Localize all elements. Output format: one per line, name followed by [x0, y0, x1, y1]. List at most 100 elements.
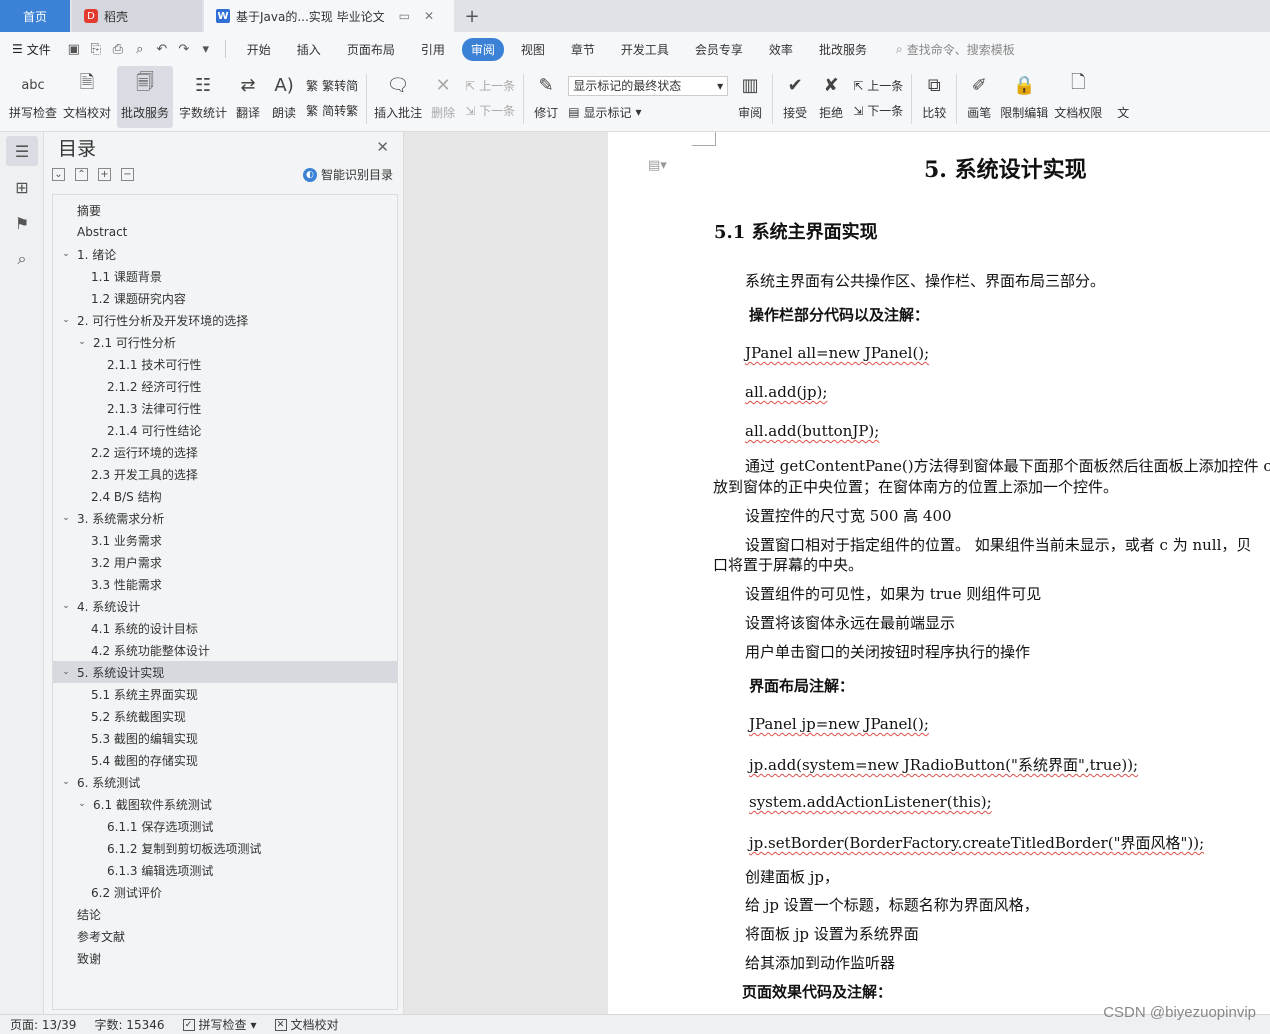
expand-all-icon[interactable]: ⌄ [52, 167, 65, 181]
menu-view[interactable]: 视图 [512, 38, 554, 61]
toc-item[interactable]: 2.2 运行环境的选择 [53, 441, 397, 463]
reject-button[interactable]: ✘ 拒绝 [816, 66, 846, 128]
chevron-down-icon[interactable]: ⌄ [59, 601, 73, 611]
toc-item[interactable]: Abstract [53, 221, 397, 243]
toc-item[interactable]: 2.1.3 法律可行性 [53, 397, 397, 419]
toc-item[interactable]: 参考文献 [53, 925, 397, 947]
chevron-down-icon[interactable]: ⌄ [75, 337, 89, 347]
chevron-down-icon[interactable]: ⌄ [59, 777, 73, 787]
prev-comment-button[interactable]: ⇱ 上一条 [465, 77, 515, 94]
toc-item[interactable]: 6.1.2 复制到剪切板选项测试 [53, 837, 397, 859]
close-icon[interactable]: ✕ [376, 138, 389, 156]
toc-item[interactable]: 3.1 业务需求 [53, 529, 397, 551]
markup-state-select[interactable]: 显示标记的最终状态 ▾ [568, 75, 729, 96]
toc-item[interactable]: 5.3 截图的编辑实现 [53, 727, 397, 749]
toc-item[interactable]: 3.2 用户需求 [53, 551, 397, 573]
bookmark-icon[interactable]: ⚑ [6, 208, 38, 238]
menu-efficiency[interactable]: 效率 [760, 38, 802, 61]
toc-item[interactable]: 2.3 开发工具的选择 [53, 463, 397, 485]
new-tab-button[interactable]: + [454, 0, 490, 32]
undo-icon[interactable]: ↶ [151, 42, 173, 57]
next-comment-button[interactable]: ⇲ 下一条 [465, 102, 515, 119]
toc-item[interactable]: 4.1 系统的设计目标 [53, 617, 397, 639]
chevron-down-icon[interactable]: ⌄ [59, 513, 73, 523]
tab-home[interactable]: 首页 [0, 0, 70, 32]
collapse-all-icon[interactable]: ⌃ [75, 167, 88, 181]
trad-to-simp-button[interactable]: 繁繁转简 [306, 77, 358, 94]
find-icon[interactable]: ⌕ [6, 244, 38, 274]
word-count-button[interactable]: ☷ 字数统计 [179, 66, 227, 128]
delete-comment-button[interactable]: ✕ 删除 [428, 66, 458, 128]
toc-item[interactable]: ⌄ 6.1 截图软件系统测试 [53, 793, 397, 815]
toc-item[interactable]: ⌄ 5. 系统设计实现 [53, 661, 397, 683]
smart-toc-button[interactable]: ◐ 智能识别目录 [302, 166, 393, 183]
chevron-down-icon[interactable]: ⌄ [59, 667, 73, 677]
show-markup-button[interactable]: ▤ 显示标记 ▾ [568, 104, 728, 121]
chapter-nav-icon[interactable]: ⊞ [6, 172, 38, 202]
compare-button[interactable]: ⧉ 比较 [919, 66, 949, 128]
translate-button[interactable]: ⇄ 翻译 [233, 66, 263, 128]
toc-item[interactable]: 摘要 [53, 199, 397, 221]
word-count-indicator[interactable]: 字数: 15346 [94, 1016, 164, 1033]
document-page[interactable]: ▤▾ 5. 系统设计实现 5.1 系统主界面实现 系统主界面有公共操作区、操作栏… [608, 132, 1270, 1014]
toc-item[interactable]: ⌄ 1. 绪论 [53, 243, 397, 265]
toc-item[interactable]: ⌄ 6. 系统测试 [53, 771, 397, 793]
insert-comment-button[interactable]: 🗨 插入批注 [374, 66, 422, 128]
toc-item[interactable]: 2.4 B/S 结构 [53, 485, 397, 507]
close-tab-icon[interactable]: ✕ [424, 9, 434, 23]
toc-item[interactable]: 6.1.1 保存选项测试 [53, 815, 397, 837]
chevron-down-icon[interactable]: ⌄ [59, 315, 73, 325]
pin-icon[interactable]: ▭ [399, 9, 410, 23]
customize-dropdown-icon[interactable]: ▾ [195, 42, 217, 57]
toc-item[interactable]: 2.1.2 经济可行性 [53, 375, 397, 397]
toc-nav-icon[interactable]: ☰ [6, 136, 38, 166]
toc-item[interactable]: 2.1.4 可行性结论 [53, 419, 397, 441]
doc-permission-button[interactable]: 🗋 文档权限 [1054, 66, 1102, 128]
read-aloud-button[interactable]: A) 朗读 [269, 66, 299, 128]
review-pane-button[interactable]: ▥ 审阅 [735, 66, 765, 128]
file-menu[interactable]: ☰ 文件 [12, 41, 51, 58]
toc-item[interactable]: ⌄ 2.1 可行性分析 [53, 331, 397, 353]
menu-correction[interactable]: 批改服务 [810, 38, 876, 61]
toc-item[interactable]: ⌄ 2. 可行性分析及开发环境的选择 [53, 309, 397, 331]
menu-devtools[interactable]: 开发工具 [612, 38, 678, 61]
print-icon[interactable]: ⎙ [107, 42, 129, 57]
tab-daoke[interactable]: D 稻壳 [72, 0, 202, 32]
spell-check-button[interactable]: abc 拼写检查 [9, 66, 57, 128]
toc-item[interactable]: 6.2 测试评价 [53, 881, 397, 903]
toc-item[interactable]: 5.4 截图的存储实现 [53, 749, 397, 771]
toc-item[interactable]: 1.1 课题背景 [53, 265, 397, 287]
track-changes-button[interactable]: ✎ 修订 [531, 66, 561, 128]
remove-heading-icon[interactable]: − [121, 167, 134, 181]
accept-button[interactable]: ✔ 接受 [780, 66, 810, 128]
menu-reference[interactable]: 引用 [412, 38, 454, 61]
menu-insert[interactable]: 插入 [288, 38, 330, 61]
redo-icon[interactable]: ↷ [173, 42, 195, 57]
toc-item[interactable]: ⌄ 3. 系统需求分析 [53, 507, 397, 529]
correction-service-button[interactable]: 🗐 批改服务 [117, 66, 174, 128]
menu-layout[interactable]: 页面布局 [338, 38, 404, 61]
page-indicator[interactable]: 页面: 13/39 [10, 1016, 76, 1033]
status-spell-check[interactable]: ✓ 拼写检查 ▾ [182, 1016, 257, 1033]
chevron-down-icon[interactable]: ⌄ [59, 249, 73, 259]
toc-item[interactable]: 6.1.3 编辑选项测试 [53, 859, 397, 881]
page-layout-icon[interactable]: ▤▾ [648, 158, 667, 173]
menu-review[interactable]: 审阅 [461, 37, 504, 61]
toc-item[interactable]: 4.2 系统功能整体设计 [53, 639, 397, 661]
doc-proof-button[interactable]: 🗎 文档校对 [63, 66, 111, 128]
toc-item[interactable]: 5.1 系统主界面实现 [53, 683, 397, 705]
save-icon[interactable]: ▣ [63, 42, 85, 57]
menu-chapter[interactable]: 章节 [562, 38, 604, 61]
next-change-button[interactable]: ⇲ 下一条 [853, 102, 903, 119]
menu-start[interactable]: 开始 [238, 38, 280, 61]
tab-document[interactable]: W 基于Java的...实现 毕业论文 ▭ ✕ [204, 0, 454, 32]
print-preview-icon[interactable]: ⌕ [129, 42, 151, 57]
toc-item[interactable]: 致谢 [53, 947, 397, 969]
add-heading-icon[interactable]: + [98, 167, 111, 181]
command-search[interactable]: ⌕ 查找命令、搜索模板 [896, 41, 1015, 58]
more-ribbon-button[interactable]: 文 [1108, 66, 1138, 128]
menu-member[interactable]: 会员专享 [686, 38, 752, 61]
toc-item[interactable]: 5.2 系统截图实现 [53, 705, 397, 727]
pen-button[interactable]: ✐ 画笔 [964, 66, 994, 128]
toc-item[interactable]: ⌄ 4. 系统设计 [53, 595, 397, 617]
